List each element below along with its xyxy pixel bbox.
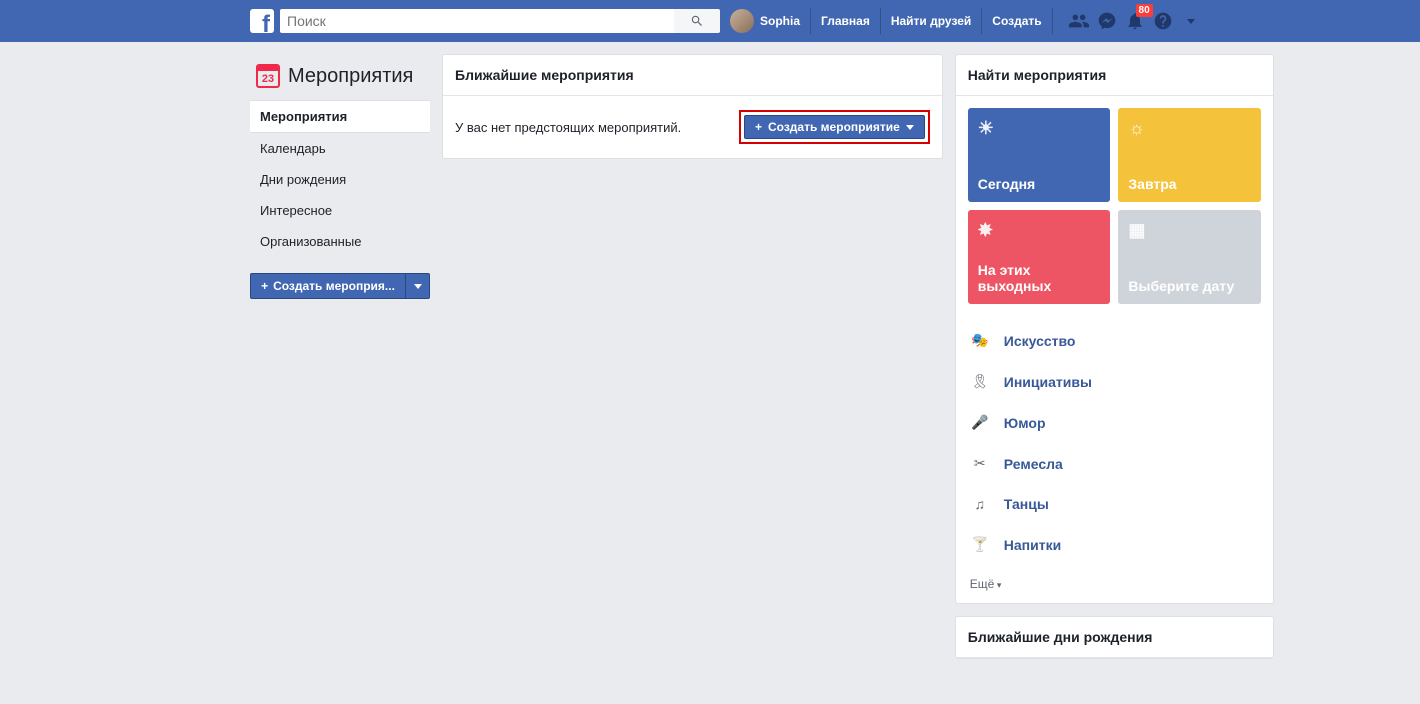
- category-dance[interactable]: ♫Танцы: [968, 484, 1261, 524]
- page-title: 23 Мероприятия: [250, 54, 430, 100]
- side-menu-hosting[interactable]: Организованные: [250, 226, 430, 257]
- mic-icon: 🎤: [970, 414, 990, 431]
- calendar-icon: ▦: [1128, 220, 1251, 241]
- category-drinks[interactable]: 🍸Напитки: [968, 524, 1261, 565]
- chevron-down-icon: [906, 125, 914, 130]
- scissors-icon: ✂: [970, 455, 990, 472]
- account-menu-icon[interactable]: [1177, 7, 1205, 35]
- tile-pick-date[interactable]: ▦ Выберите дату: [1118, 210, 1261, 304]
- notifications-icon[interactable]: 80: [1121, 7, 1149, 35]
- side-menu-discover[interactable]: Интересное: [250, 195, 430, 226]
- calendar-icon: 23: [256, 64, 280, 88]
- category-list: 🎭Искусство 🎗Инициативы 🎤Юмор ✂Ремесла ♫Т…: [956, 316, 1273, 575]
- create-event-dropdown[interactable]: [405, 274, 429, 298]
- category-art[interactable]: 🎭Искусство: [968, 320, 1261, 361]
- profile-link[interactable]: Sophia: [730, 9, 810, 33]
- plus-icon: [261, 279, 268, 293]
- create-event-inline-button[interactable]: Создать мероприятие: [744, 115, 925, 139]
- upcoming-birthdays-header: Ближайшие дни рождения: [956, 617, 1273, 658]
- top-bar: Sophia Главная Найти друзей Создать 80: [0, 0, 1420, 42]
- no-events-message: У вас нет предстоящих мероприятий.: [455, 120, 681, 135]
- weather-icon: ☼: [1128, 118, 1251, 139]
- page-title-text: Мероприятия: [288, 65, 413, 88]
- category-comedy[interactable]: 🎤Юмор: [968, 402, 1261, 443]
- weather-icon: ☀: [978, 118, 1101, 139]
- upcoming-events-header: Ближайшие мероприятия: [443, 55, 942, 96]
- tile-tomorrow[interactable]: ☼ Завтра: [1118, 108, 1261, 202]
- search-box: [280, 9, 720, 33]
- tile-today[interactable]: ☀ Сегодня: [968, 108, 1111, 202]
- tutorial-highlight: Создать мероприятие: [739, 110, 930, 144]
- side-menu: Мероприятия Календарь Дни рождения Интер…: [250, 100, 430, 257]
- search-icon: [690, 14, 704, 28]
- side-menu-calendar[interactable]: Календарь: [250, 133, 430, 164]
- star-icon: ✸: [978, 220, 1101, 241]
- category-causes[interactable]: 🎗Инициативы: [968, 361, 1261, 402]
- more-categories[interactable]: Ещё: [956, 575, 1273, 603]
- cocktail-icon: 🍸: [970, 536, 990, 553]
- profile-name: Sophia: [760, 14, 800, 28]
- facebook-logo[interactable]: [250, 9, 274, 33]
- avatar: [730, 9, 754, 33]
- create-event-button[interactable]: Создать мероприя...: [250, 273, 430, 299]
- nav-create[interactable]: Создать: [981, 8, 1051, 34]
- search-input[interactable]: [280, 9, 674, 33]
- search-button[interactable]: [674, 9, 720, 33]
- friend-requests-icon[interactable]: [1065, 7, 1093, 35]
- art-icon: 🎭: [970, 332, 990, 349]
- find-events-header: Найти мероприятия: [956, 55, 1273, 96]
- side-menu-birthdays[interactable]: Дни рождения: [250, 164, 430, 195]
- help-icon[interactable]: [1149, 7, 1177, 35]
- category-crafts[interactable]: ✂Ремесла: [968, 443, 1261, 484]
- tile-weekend[interactable]: ✸ На этих выходных: [968, 210, 1111, 304]
- plus-icon: [755, 120, 762, 134]
- upcoming-birthdays-card: Ближайшие дни рождения: [955, 616, 1274, 659]
- ribbon-icon: 🎗: [970, 373, 990, 390]
- music-icon: ♫: [970, 496, 990, 512]
- find-events-card: Найти мероприятия ☀ Сегодня ☼ Завтра ✸ Н…: [955, 54, 1274, 604]
- nav-find-friends[interactable]: Найти друзей: [880, 8, 981, 34]
- upcoming-events-card: Ближайшие мероприятия У вас нет предстоя…: [442, 54, 943, 159]
- nav-home[interactable]: Главная: [810, 8, 880, 34]
- messenger-icon[interactable]: [1093, 7, 1121, 35]
- side-menu-events[interactable]: Мероприятия: [250, 100, 430, 133]
